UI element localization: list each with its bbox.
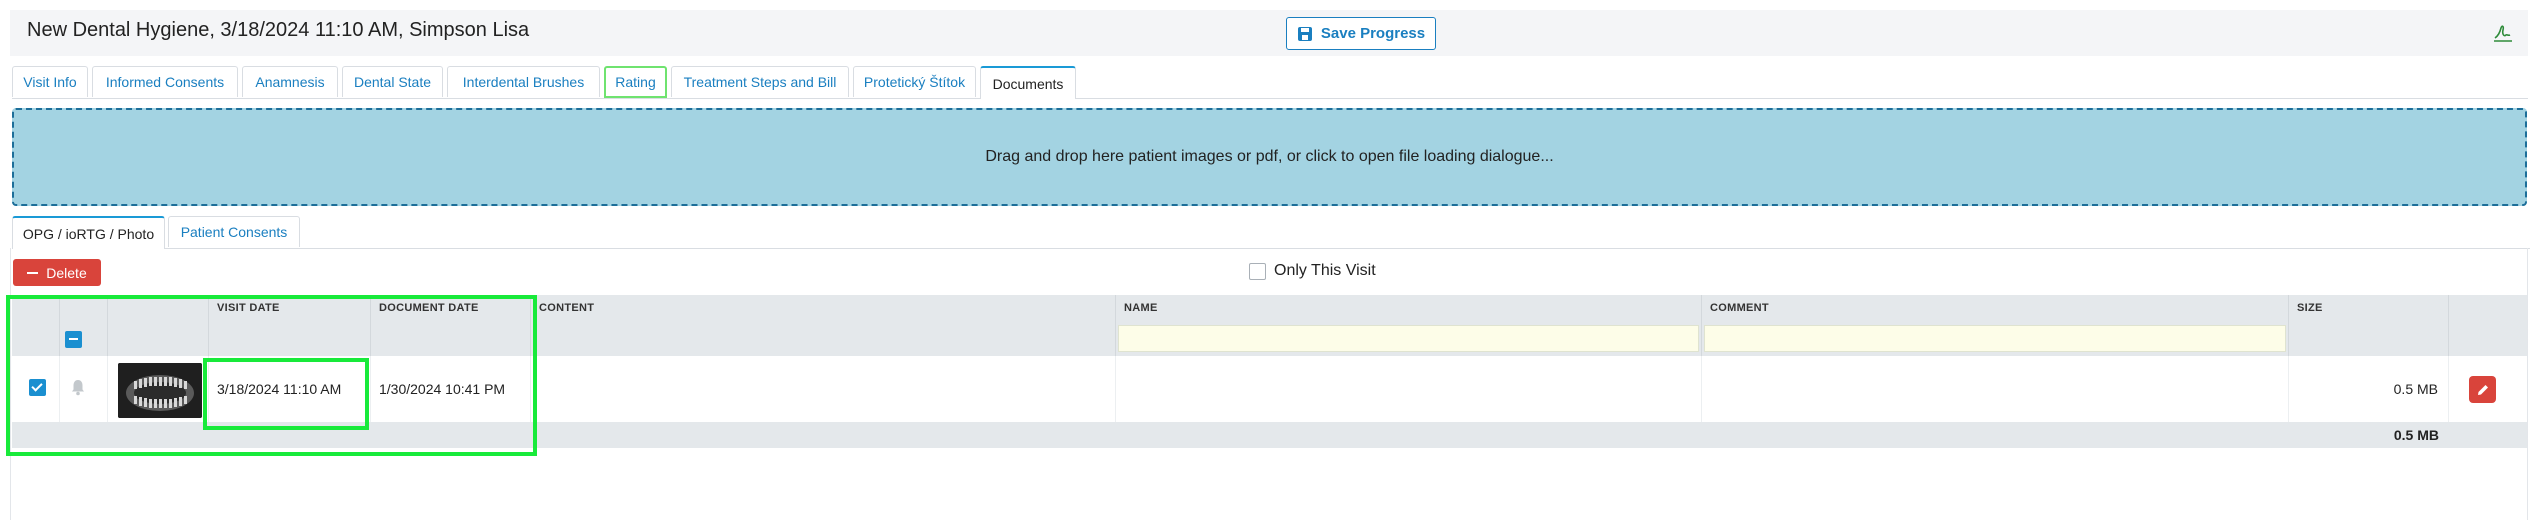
- total-size: 0.5 MB: [2393, 427, 2439, 443]
- filter-cell-size: [2289, 321, 2449, 356]
- filter-cell-content: [531, 321, 1116, 356]
- save-progress-button[interactable]: Save Progress: [1286, 17, 1436, 50]
- save-progress-label: Save Progress: [1320, 25, 1426, 42]
- row-name: [1116, 356, 1702, 422]
- filter-cell-thumbnail: [108, 321, 209, 356]
- tab-anamnesis[interactable]: Anamnesis: [242, 66, 338, 97]
- edit-row-button[interactable]: [2469, 376, 2496, 403]
- row-size: 0.5 MB: [2289, 356, 2449, 422]
- subtab-patient-consents[interactable]: Patient Consents: [168, 216, 300, 247]
- row-document-date: 1/30/2024 10:41 PM: [371, 356, 531, 422]
- save-icon: [1297, 26, 1312, 41]
- pencil-icon: [2477, 384, 2488, 395]
- comment-filter-input[interactable]: [1704, 325, 2286, 352]
- table-row[interactable]: 3/18/2024 11:10 AM 1/30/2024 10:41 PM 0.…: [12, 356, 2527, 422]
- name-filter-input[interactable]: [1118, 325, 1699, 352]
- tab-visit-info[interactable]: Visit Info: [12, 66, 88, 97]
- minus-icon: [27, 271, 39, 274]
- delete-button[interactable]: Delete: [13, 259, 101, 286]
- xray-thumbnail[interactable]: [118, 363, 202, 418]
- page-header: New Dental Hygiene, 3/18/2024 11:10 AM, …: [10, 10, 2528, 56]
- grid-header-row: VISIT DATE DOCUMENT DATE CONTENT NAME CO…: [12, 295, 2527, 321]
- tab-dental-state[interactable]: Dental State: [342, 66, 443, 97]
- filter-cell-select: [12, 321, 60, 356]
- row-comment: [1702, 356, 2289, 422]
- tab-documents[interactable]: Documents: [980, 66, 1076, 99]
- grid-filter-row: [12, 321, 2527, 356]
- column-header-content[interactable]: CONTENT: [531, 295, 1116, 321]
- row-content: [531, 356, 1116, 422]
- only-this-visit-toggle[interactable]: Only This Visit: [1249, 262, 1376, 280]
- column-header-comment[interactable]: COMMENT: [1702, 295, 2289, 321]
- header-cell-flag: [60, 295, 108, 321]
- tab-interdental-brushes[interactable]: Interdental Brushes: [447, 66, 600, 97]
- bell-icon[interactable]: [70, 379, 86, 396]
- header-cell-actions: [2449, 295, 2527, 321]
- document-subtabs: OPG / ioRTG / Photo Patient Consents: [12, 216, 2530, 249]
- filter-cell-visit-date: [209, 321, 371, 356]
- main-tabs: Visit Info Informed Consents Anamnesis D…: [12, 66, 2528, 99]
- tab-informed-consents[interactable]: Informed Consents: [92, 66, 238, 97]
- only-this-visit-checkbox[interactable]: [1249, 262, 1266, 280]
- tab-rating[interactable]: Rating: [604, 66, 667, 98]
- select-all-checkbox[interactable]: [65, 331, 82, 348]
- grid-total-row: 0.5 MB: [12, 422, 2527, 448]
- column-header-visit-date[interactable]: VISIT DATE: [209, 295, 371, 321]
- row-visit-date: 3/18/2024 11:10 AM: [209, 356, 371, 422]
- tab-treatment-steps-and-bill[interactable]: Treatment Steps and Bill: [671, 66, 849, 97]
- panoramic-xray-image: [118, 363, 202, 418]
- column-header-name[interactable]: NAME: [1116, 295, 1702, 321]
- dropzone-text: Drag and drop here patient images or pdf…: [985, 148, 1554, 165]
- file-dropzone[interactable]: Drag and drop here patient images or pdf…: [12, 108, 2527, 206]
- row-select-checkbox[interactable]: [29, 379, 46, 396]
- tab-proteticky-stitok[interactable]: Protetický Štítok: [853, 66, 976, 97]
- column-header-size[interactable]: SIZE: [2289, 295, 2449, 321]
- column-header-document-date[interactable]: DOCUMENT DATE: [371, 295, 531, 321]
- page-title: New Dental Hygiene, 3/18/2024 11:10 AM, …: [27, 19, 530, 41]
- only-this-visit-label: Only This Visit: [1274, 262, 1376, 279]
- header-cell-select: [12, 295, 60, 321]
- signature-icon[interactable]: [2492, 22, 2514, 44]
- filter-cell-document-date: [371, 321, 531, 356]
- delete-label: Delete: [46, 264, 87, 281]
- header-cell-thumbnail: [108, 295, 209, 321]
- subtab-opg-iortg-photo[interactable]: OPG / ioRTG / Photo: [12, 216, 165, 249]
